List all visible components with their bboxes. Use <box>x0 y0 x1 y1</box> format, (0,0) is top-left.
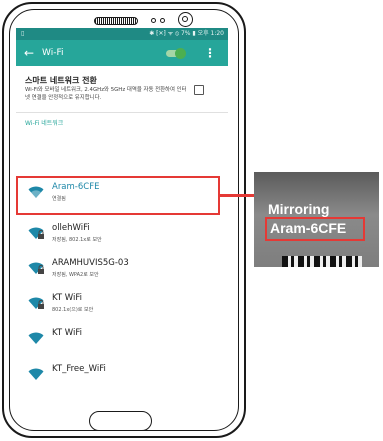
callout-connector <box>220 194 254 197</box>
inset-network-name: Aram-6CFE <box>270 220 347 236</box>
network-item[interactable]: KT WiFi <box>16 322 228 356</box>
smart-network-checkbox[interactable] <box>194 85 204 95</box>
wifi-toggle[interactable] <box>166 48 186 59</box>
network-name: KT WiFi <box>52 293 83 303</box>
wifi-lock-icon <box>28 227 44 239</box>
inset-title: Mirroring <box>268 201 330 217</box>
network-item[interactable]: KT_Free_WiFi <box>16 358 228 392</box>
smart-network-title: 스마트 네트워크 전환 <box>25 76 97 85</box>
qr-code-fragment <box>282 256 362 267</box>
network-name: ollehWiFi <box>52 223 90 233</box>
notification-icon: ▯ <box>21 30 25 37</box>
mirroring-inset: Mirroring Aram-6CFE <box>254 172 379 267</box>
wifi-icon <box>28 332 44 344</box>
divider <box>16 112 228 113</box>
app-bar: ← Wi-Fi ⋮ <box>16 40 228 66</box>
front-camera-icon <box>178 12 193 27</box>
status-bar: ▯ ✱ ⁅✕⁆ ᯤ ⦸ 7% ▮ 오후 1:20 <box>16 28 228 40</box>
network-status: 802.1x(으)로 보안 <box>52 307 94 313</box>
smart-network-description: Wi-Fi와 모바일 네트워크, 2.4GHz와 5GHz 대역을 자동 전환하… <box>25 87 187 101</box>
network-name: KT_Free_WiFi <box>52 364 106 374</box>
wifi-lock-icon <box>28 262 44 274</box>
wifi-lock-icon <box>28 297 44 309</box>
phone-speaker <box>94 17 138 25</box>
network-item[interactable]: ollehWiFi 저장됨, 802.1x로 보안 <box>16 217 228 251</box>
network-item[interactable]: KT WiFi 802.1x(으)로 보안 <box>16 287 228 321</box>
home-button[interactable] <box>89 411 152 431</box>
page-title: Wi-Fi <box>42 48 64 58</box>
network-name: ARAMHUVIS5G-03 <box>52 258 129 268</box>
arrow-left-icon[interactable]: ← <box>24 45 34 61</box>
network-status: 저장됨, 802.1x로 보안 <box>52 237 102 243</box>
network-item[interactable]: ARAMHUVIS5G-03 저장됨, WPA2로 보안 <box>16 252 228 286</box>
network-name: KT WiFi <box>52 328 83 338</box>
network-status: 저장됨, WPA2로 보안 <box>52 272 99 278</box>
light-sensor <box>160 18 165 23</box>
more-vert-icon[interactable]: ⋮ <box>204 46 216 60</box>
toggle-knob <box>175 48 186 59</box>
connected-network-highlight <box>16 176 220 215</box>
wifi-icon <box>28 368 44 380</box>
proximity-sensor <box>151 18 156 23</box>
section-header: Wi-Fi 네트워크 <box>25 120 64 127</box>
status-indicators: ✱ ⁅✕⁆ ᯤ ⦸ 7% ▮ 오후 1:20 <box>149 30 224 37</box>
